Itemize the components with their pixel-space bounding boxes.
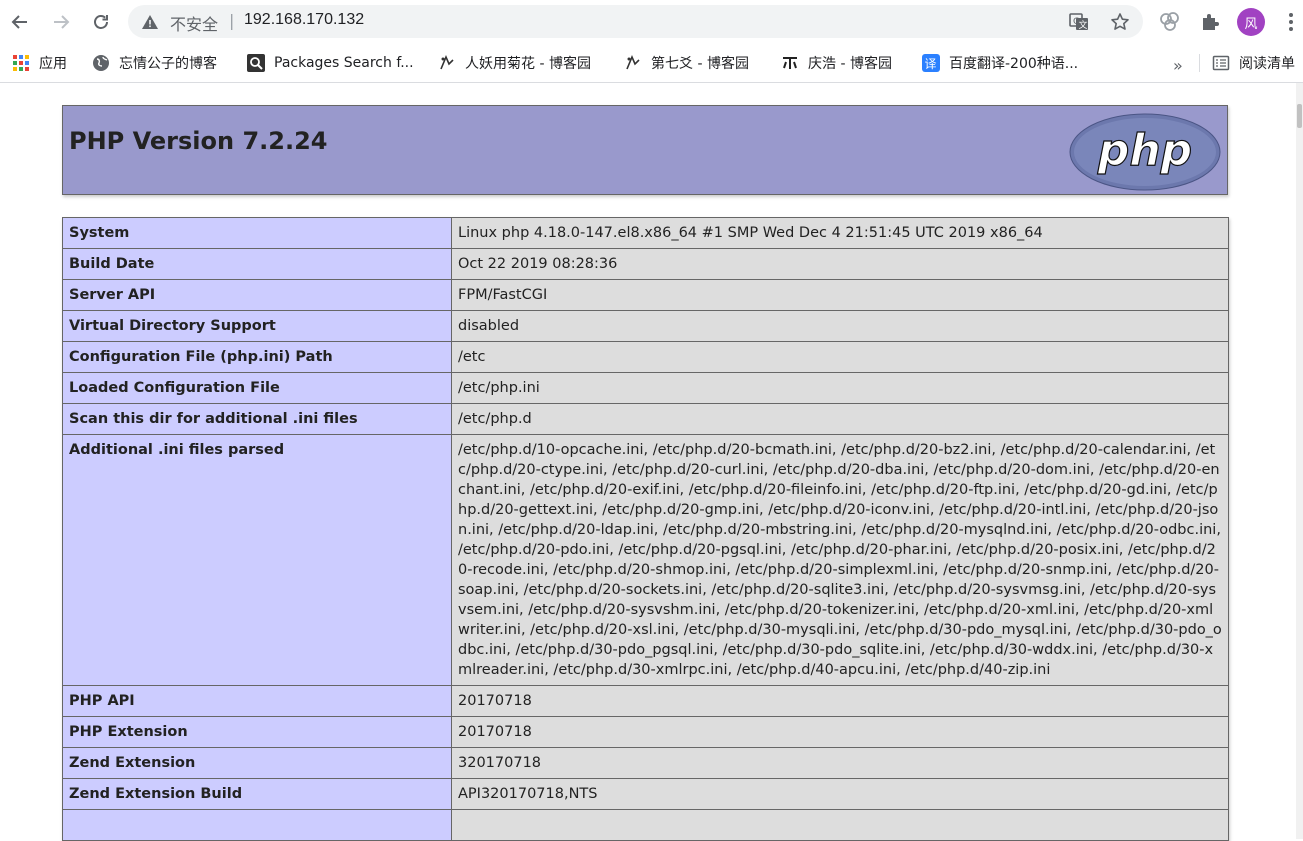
table-row: Zend Extension 320170718 — [62, 747, 1229, 779]
php-info-table: System Linux php 4.18.0-147.el8.x86_64 #… — [62, 217, 1229, 841]
baidu-translate-icon: 译 — [922, 54, 940, 72]
bookmark-item[interactable]: 忘情公子的博客 — [92, 52, 217, 74]
puzzle-icon[interactable] — [1199, 10, 1223, 34]
globe-icon — [93, 55, 109, 71]
row-key: Zend Extension Build — [62, 778, 452, 810]
cnblogs-icon — [626, 54, 640, 70]
row-value: Oct 22 2019 08:28:36 — [451, 248, 1229, 280]
reading-list-button[interactable]: 阅读清单 — [1212, 52, 1295, 74]
cnblogs-icon — [783, 57, 797, 69]
bookmark-apps[interactable]: 应用 — [12, 52, 67, 74]
back-icon — [11, 15, 27, 29]
row-value — [451, 809, 1229, 841]
bookmark-item[interactable]: 人妖用菊花 - 博客园 — [438, 52, 591, 74]
menu-icon[interactable] — [1279, 10, 1303, 34]
table-row: PHP API 20170718 — [62, 685, 1229, 717]
bookmark-item[interactable]: 第七爻 - 博客园 — [624, 52, 749, 74]
table-row: Scan this dir for additional .ini files … — [62, 403, 1229, 435]
row-value: 20170718 — [451, 716, 1229, 748]
reading-list-icon — [1212, 55, 1230, 71]
bookmark-label: 庆浩 - 博客园 — [808, 56, 892, 72]
bookmarks-bar: 应用 忘情公子的博客 Packages Search f... 人妖用菊花 - … — [0, 44, 1303, 83]
svg-text:译: 译 — [925, 57, 937, 71]
translate-icon[interactable]: G 文 — [1069, 12, 1089, 32]
row-key — [62, 809, 452, 841]
table-row: PHP Extension 20170718 — [62, 716, 1229, 748]
row-value: 320170718 — [451, 747, 1229, 779]
row-value: disabled — [451, 310, 1229, 342]
php-version-header: PHP Version 7.2.24 php — [62, 105, 1228, 195]
row-key: Server API — [62, 279, 452, 311]
reading-list-label: 阅读清单 — [1239, 56, 1295, 72]
forward-button[interactable] — [48, 9, 74, 35]
bookmark-label: Packages Search f... — [274, 55, 414, 71]
omnibox-separator: | — [229, 11, 235, 30]
row-value: /etc — [451, 341, 1229, 373]
row-value: API320170718,NTS — [451, 778, 1229, 810]
row-key: PHP API — [62, 685, 452, 717]
row-key: PHP Extension — [62, 716, 452, 748]
extension-manager-icon[interactable] — [1158, 10, 1182, 34]
table-row — [62, 809, 1229, 841]
row-value: /etc/php.d/10-opcache.ini, /etc/php.d/20… — [451, 434, 1229, 686]
row-value: Linux php 4.18.0-147.el8.x86_64 #1 SMP W… — [451, 217, 1229, 249]
search-icon — [247, 54, 265, 72]
apps-grid-icon — [13, 55, 29, 71]
bookmark-item[interactable]: Packages Search f... — [247, 52, 414, 74]
row-key: System — [62, 217, 452, 249]
back-button[interactable] — [7, 9, 33, 35]
url-text[interactable]: 192.168.170.132 — [244, 11, 364, 29]
table-row: System Linux php 4.18.0-147.el8.x86_64 #… — [62, 217, 1229, 249]
page-scrollbar[interactable] — [1296, 83, 1303, 839]
php-logo-text: php — [1097, 125, 1192, 176]
profile-avatar[interactable]: 风 — [1237, 8, 1265, 36]
table-row: Build Date Oct 22 2019 08:28:36 — [62, 248, 1229, 280]
row-key: Virtual Directory Support — [62, 310, 452, 342]
bookmark-label: 第七爻 - 博客园 — [651, 56, 749, 72]
bookmark-item[interactable]: 译 百度翻译-200种语... — [922, 52, 1078, 74]
php-logo[interactable]: php — [1069, 113, 1221, 191]
bookmarks-divider — [1199, 54, 1200, 72]
row-value: 20170718 — [451, 685, 1229, 717]
table-row: Configuration File (php.ini) Path /etc — [62, 341, 1229, 373]
row-key: Build Date — [62, 248, 452, 280]
cnblogs-icon — [440, 54, 454, 70]
row-key: Scan this dir for additional .ini files — [62, 403, 452, 435]
star-icon[interactable] — [1110, 12, 1130, 32]
address-bar[interactable]: 不安全 | 192.168.170.132 G 文 — [128, 5, 1143, 38]
table-row: Loaded Configuration File /etc/php.ini — [62, 372, 1229, 404]
page-title: PHP Version 7.2.24 — [69, 127, 328, 155]
svg-text:文: 文 — [1079, 19, 1088, 31]
scrollbar-thumb[interactable] — [1297, 104, 1302, 128]
reload-button[interactable] — [88, 9, 114, 35]
warning-icon[interactable] — [141, 13, 159, 31]
bookmarks-overflow-button[interactable]: » — [1173, 56, 1183, 75]
table-row: Zend Extension Build API320170718,NTS — [62, 778, 1229, 810]
table-row: Virtual Directory Support disabled — [62, 310, 1229, 342]
table-row: Additional .ini files parsed /etc/php.d/… — [62, 434, 1229, 686]
row-value: /etc/php.ini — [451, 372, 1229, 404]
row-key: Loaded Configuration File — [62, 372, 452, 404]
table-row: Server API FPM/FastCGI — [62, 279, 1229, 311]
row-key: Zend Extension — [62, 747, 452, 779]
bookmark-label: 人妖用菊花 - 博客园 — [465, 56, 591, 72]
row-key: Configuration File (php.ini) Path — [62, 341, 452, 373]
row-value: /etc/php.d — [451, 403, 1229, 435]
bookmark-label: 百度翻译-200种语... — [949, 56, 1079, 72]
security-label[interactable]: 不安全 — [170, 11, 218, 35]
browser-toolbar: 不安全 | 192.168.170.132 G 文 风 — [0, 0, 1303, 44]
bookmark-label: 忘情公子的博客 — [119, 56, 217, 72]
bookmark-label: 应用 — [39, 56, 67, 72]
reload-icon — [94, 15, 108, 29]
forward-icon — [54, 15, 70, 29]
bookmark-item[interactable]: 庆浩 - 博客园 — [781, 52, 892, 74]
row-key: Additional .ini files parsed — [62, 434, 452, 686]
row-value: FPM/FastCGI — [451, 279, 1229, 311]
